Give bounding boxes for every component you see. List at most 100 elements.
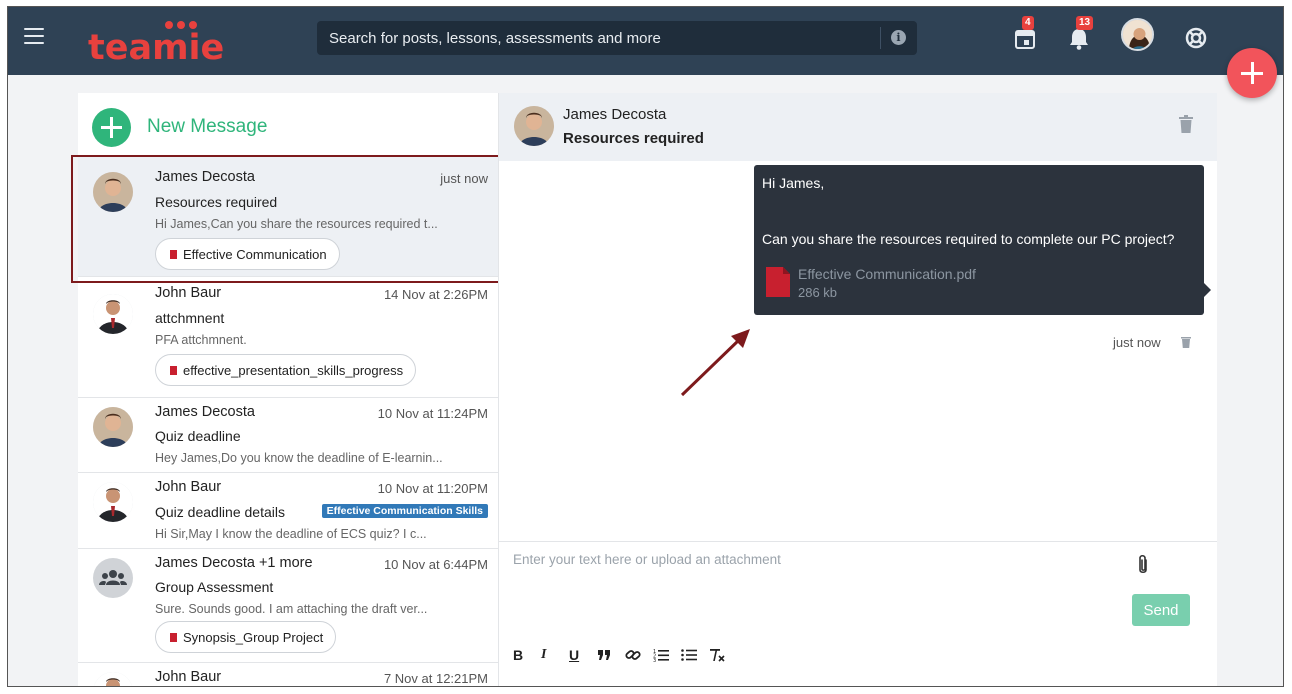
message-item[interactable]: John Baur 7 Nov at 12:21PM xyxy=(78,663,498,686)
conversation-subject: Resources required xyxy=(563,130,704,147)
sender-name: John Baur xyxy=(155,479,222,495)
avatar xyxy=(93,172,133,212)
sender-name: James Decosta xyxy=(155,169,255,185)
message-snippet: Sure. Sounds good. I am attaching the dr… xyxy=(155,602,428,616)
app-window: teamie i 4 13 xyxy=(7,6,1284,687)
sender-name: James Decosta xyxy=(155,404,255,420)
message-snippet: Hey James,Do you know the deadline of E-… xyxy=(155,451,443,465)
conversation-panel: James Decosta Resources required Hi Jame… xyxy=(498,93,1217,686)
search-bar: i xyxy=(317,21,917,55)
message-item[interactable]: James Decosta 10 Nov at 11:24PM Quiz dea… xyxy=(78,398,498,473)
formatting-toolbar: B I U 123 xyxy=(513,645,737,665)
message-body: Can you share the resources required to … xyxy=(762,231,1175,247)
message-subject: attchmnent xyxy=(155,310,225,326)
message-item[interactable]: James Decosta just now Resources require… xyxy=(78,157,498,277)
avatar xyxy=(514,106,554,146)
create-fab-button[interactable] xyxy=(1227,48,1277,98)
info-icon[interactable]: i xyxy=(891,30,906,45)
delete-thread-icon[interactable] xyxy=(1179,115,1193,133)
compose-area: Send B I U 123 xyxy=(499,541,1217,686)
help-button[interactable] xyxy=(1183,25,1209,51)
message-time: 7 Nov at 12:21PM xyxy=(383,671,488,686)
search-divider xyxy=(880,27,881,49)
john-avatar-image xyxy=(93,294,133,334)
group-icon xyxy=(99,570,127,585)
bold-icon[interactable]: B xyxy=(513,645,541,665)
attachment-name: effective_presentation_skills_progress xyxy=(183,362,404,378)
james-avatar-image xyxy=(514,106,554,146)
john-avatar-image xyxy=(93,672,133,686)
notifications-button[interactable]: 13 xyxy=(1066,16,1094,51)
attachment-filesize: 286 kb xyxy=(798,285,838,300)
plus-icon xyxy=(92,107,131,147)
pdf-attachment[interactable]: Effective Communication.pdf 286 kb xyxy=(766,263,1066,303)
user-avatar-image xyxy=(1123,20,1152,49)
underline-icon[interactable]: U xyxy=(569,645,597,665)
avatar xyxy=(93,294,133,334)
message-time: 10 Nov at 6:44PM xyxy=(383,557,488,572)
avatar xyxy=(93,482,133,522)
message-time: 10 Nov at 11:24PM xyxy=(377,406,488,421)
link-icon[interactable] xyxy=(625,645,653,665)
calendar-button[interactable]: 4 xyxy=(1012,16,1038,51)
svg-text:3: 3 xyxy=(653,658,656,662)
delete-message-icon[interactable] xyxy=(1181,336,1191,348)
message-time: 14 Nov at 2:26PM xyxy=(383,287,488,302)
attachment-name: Effective Communication xyxy=(183,246,327,262)
message-item[interactable]: John Baur 14 Nov at 2:26PM attchmnent PF… xyxy=(78,279,498,398)
attachment-filename: Effective Communication.pdf xyxy=(798,266,976,282)
attachment-chip[interactable]: Synopsis_Group Project xyxy=(155,621,337,653)
new-message-label: New Message xyxy=(147,116,268,137)
sender-name: John Baur xyxy=(155,285,222,301)
send-button[interactable]: Send xyxy=(1132,594,1190,626)
message-input[interactable] xyxy=(513,552,1113,582)
new-message-button[interactable]: New Message xyxy=(92,107,267,147)
attachment-chip[interactable]: Effective Communication xyxy=(155,238,340,270)
user-avatar[interactable] xyxy=(1121,18,1154,51)
pdf-file-icon xyxy=(766,267,790,297)
paperclip-icon[interactable] xyxy=(1135,554,1151,576)
message-bubble: Hi James, Can you share the resources re… xyxy=(754,165,1211,315)
attachment-chip[interactable]: effective_presentation_skills_progress xyxy=(155,354,417,386)
course-tag[interactable]: Effective Communication Skills xyxy=(321,504,488,518)
numbered-list-icon[interactable]: 123 xyxy=(653,645,681,665)
john-avatar-image xyxy=(93,482,133,522)
message-list-panel: New Message James Decosta just now Resou… xyxy=(78,93,498,686)
file-icon xyxy=(170,632,177,642)
conversation-sender: James Decosta xyxy=(563,106,667,123)
message-subject: Group Assessment xyxy=(155,579,274,595)
file-icon xyxy=(170,365,177,375)
lifebuoy-icon xyxy=(1185,27,1207,49)
svg-text:teamie: teamie xyxy=(88,28,224,63)
sender-name: John Baur xyxy=(155,669,222,685)
teamie-logo[interactable]: teamie xyxy=(86,19,236,63)
top-navigation-bar: teamie i 4 13 xyxy=(8,7,1283,75)
search-input[interactable] xyxy=(317,21,877,55)
conversation-header: James Decosta Resources required xyxy=(499,93,1217,161)
calendar-badge: 4 xyxy=(1022,16,1034,30)
message-snippet: Hi James,Can you share the resources req… xyxy=(155,217,438,231)
james-avatar-image xyxy=(93,172,133,212)
message-subject: Quiz deadline details xyxy=(155,504,285,520)
message-snippet: PFA attchmnent. xyxy=(155,333,247,347)
message-greeting: Hi James, xyxy=(762,175,825,191)
attachment-name: Synopsis_Group Project xyxy=(183,629,324,645)
menu-icon[interactable] xyxy=(24,28,44,44)
avatar xyxy=(93,407,133,447)
message-item[interactable]: James Decosta +1 more 10 Nov at 6:44PM G… xyxy=(78,549,498,663)
avatar xyxy=(93,558,133,598)
message-time: just now xyxy=(440,171,488,186)
message-item[interactable]: John Baur 10 Nov at 11:20PM Quiz deadlin… xyxy=(78,473,498,549)
message-subject: Quiz deadline xyxy=(155,428,241,444)
james-avatar-image xyxy=(93,407,133,447)
file-icon xyxy=(170,249,177,259)
avatar xyxy=(93,672,133,686)
notifications-badge: 13 xyxy=(1076,16,1094,30)
bullet-list-icon[interactable] xyxy=(681,645,709,665)
message-snippet: Hi Sir,May I know the deadline of ECS qu… xyxy=(155,527,427,541)
italic-icon[interactable]: I xyxy=(541,645,569,665)
sender-name: James Decosta +1 more xyxy=(155,555,313,571)
quote-icon[interactable] xyxy=(597,645,625,665)
clear-format-icon[interactable] xyxy=(709,645,737,665)
message-time: 10 Nov at 11:20PM xyxy=(377,481,488,496)
